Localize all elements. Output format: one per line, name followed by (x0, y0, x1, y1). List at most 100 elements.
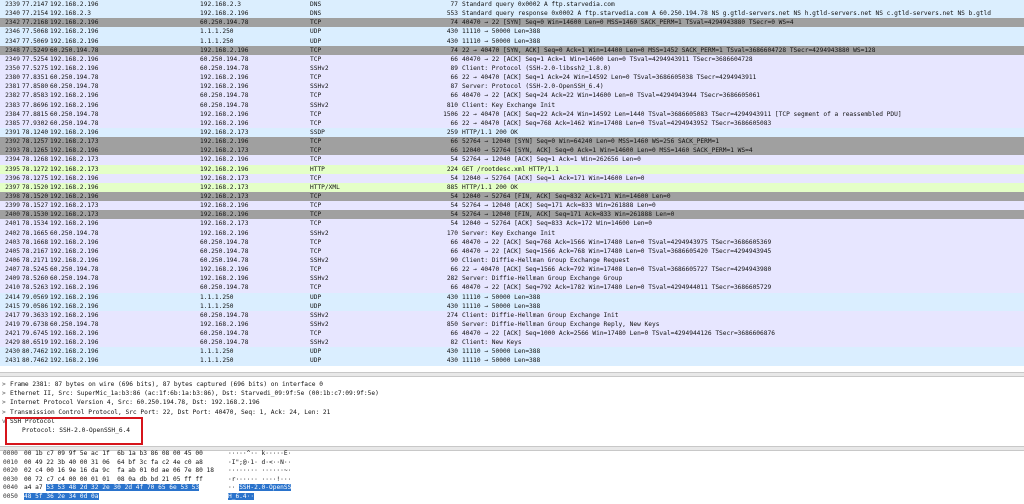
packet-row[interactable]: 235077.527575...192.168.2.196 60.250.194.… (0, 63, 1024, 74)
detail-ssh[interactable]: v SSH Protocol (0, 417, 1024, 426)
packet-destination: 192.168.2.173 (200, 147, 249, 155)
packet-source: 60.250.194.78 (50, 275, 99, 283)
packet-row[interactable]: 240378.166848...192.168.2.196 60.250.194.… (0, 237, 1024, 247)
packet-row[interactable]: 242980.651925...192.168.2.196 60.250.194.… (0, 338, 1024, 348)
packet-row[interactable]: 241779.363302...192.168.2.196 60.250.194.… (0, 310, 1024, 320)
bytes-hex: 00 72 c7 c4 00 00 01 01 08 0a db bd 21 0… (24, 476, 203, 485)
packet-row[interactable]: 241579.058625...192.168.2.196 1.1.1.250 UD… (0, 301, 1024, 311)
packet-row[interactable]: 238177.858032...60.250.194.78 192.168.2.1… (0, 82, 1024, 92)
packet-row[interactable]: 241979.673853...60.250.194.78 192.168.2.1… (0, 319, 1024, 330)
packet-row[interactable]: 242179.674517...192.168.2.196 60.250.194.… (0, 329, 1024, 339)
packet-time: 78.526355... (22, 284, 48, 292)
packet-length: 66 (450, 92, 458, 100)
packet-info: 22 → 40470 [ACK] Seq=1 Ack=24 Win=14592 … (462, 74, 757, 82)
packet-length: 553 (446, 10, 458, 18)
bytes-row[interactable]: 0030 00 72 c7 c4 00 00 01 01 08 0a db bd … (0, 476, 1024, 485)
packet-destination: 1.1.1.250 (200, 348, 234, 356)
packet-length: 74 (450, 46, 458, 54)
packet-info: 22 → 40470 [ACK] Seq=22 Ack=24 Win=14592… (462, 110, 902, 118)
packet-row[interactable]: 243180.746249...192.168.2.196 1.1.1.250 UD… (0, 356, 1024, 366)
bytes-ascii-plain: ·r······ ····!··· (228, 475, 292, 483)
packet-info: 11110 → 50000 Len=388 (462, 357, 541, 365)
packet-row[interactable]: 239978.152753...192.168.2.173 192.168.2.1… (0, 201, 1024, 211)
bytes-row[interactable]: 0010 00 49 22 3b 40 00 31 06 64 bf 3c fa … (0, 459, 1024, 468)
packet-source: 192.168.2.173 (50, 202, 99, 210)
packet-row[interactable]: 239678.127597...192.168.2.196 192.168.2.1… (0, 173, 1024, 183)
packet-protocol: SSHv2 (310, 311, 329, 319)
packet-row[interactable]: 238477.881548...60.250.194.78 192.168.2.1… (0, 109, 1024, 119)
packet-source: 192.168.2.196 (50, 311, 99, 319)
expand-arrow-icon[interactable]: > (2, 380, 10, 389)
packet-number: 2409 (5, 275, 20, 283)
packet-row[interactable]: 240978.526089...60.250.194.78 192.168.2.1… (0, 274, 1024, 284)
detail-ethernet[interactable]: > Ethernet II, Src: SuperMic_1a:b3:86 (ac… (0, 389, 1024, 398)
packet-row[interactable]: 234077.215441...192.168.2.3 192.168.2.196… (0, 9, 1024, 19)
bytes-hex-highlight: 48 5f 36 2e 34 0d 0a (24, 492, 99, 500)
packet-destination: 192.168.2.196 (200, 275, 249, 283)
packet-info: Server: Diffie-Hellman Group Exchange Gr… (462, 275, 623, 283)
packet-destination: 192.168.2.196 (200, 138, 249, 146)
expand-arrow-icon[interactable]: > (2, 398, 10, 407)
packet-source: 192.168.2.196 (50, 19, 99, 27)
expand-arrow-icon[interactable]: > (2, 389, 10, 398)
packet-row[interactable]: 234677.506878...192.168.2.196 1.1.1.250 UD… (0, 27, 1024, 37)
packet-row[interactable]: 240778.524508...60.250.194.78 192.168.2.1… (0, 265, 1024, 275)
bytes-row[interactable]: 0000 00 1b c7 09 9f 5e ac 1f 6b 1a b3 86 … (0, 450, 1024, 459)
packet-destination: 60.250.194.78 (200, 238, 249, 246)
detail-tcp[interactable]: > Transmission Control Protocol, Src Port… (0, 408, 1024, 417)
bytes-ascii: ·r······ ····!··· (228, 476, 291, 485)
packet-row[interactable]: 239878.152030...192.168.2.196 192.168.2.1… (0, 191, 1024, 202)
packet-row[interactable]: 241479.056950...192.168.2.196 1.1.1.250 UD… (0, 292, 1024, 302)
bytes-row[interactable]: 0040 a4 a7 53 53 48 2d 32 2e 30 2d 4f 70 … (0, 484, 1024, 493)
packet-number: 2417 (5, 311, 20, 319)
packet-row[interactable]: 240578.216746...192.168.2.196 60.250.194.… (0, 246, 1024, 256)
packet-row[interactable]: 241078.526355...192.168.2.196 60.250.194.… (0, 283, 1024, 293)
detail-ssh-protocol[interactable]: Protocol: SSH-2.0-OpenSSH_6.4 (0, 426, 1024, 435)
packet-row[interactable]: 240078.153045...192.168.2.173 192.168.2.1… (0, 210, 1024, 220)
packet-row[interactable]: 243080.746217...192.168.2.196 1.1.1.250 UD… (0, 347, 1024, 357)
packet-row[interactable]: 238077.835199...60.250.194.78 192.168.2.1… (0, 73, 1024, 83)
packet-destination: 1.1.1.250 (200, 302, 234, 310)
pane-splitter-top[interactable] (0, 372, 1024, 377)
packet-time: 78.125766... (22, 138, 48, 146)
packet-length: 66 (450, 330, 458, 338)
packet-length: 430 (446, 293, 458, 301)
bytes-hex: 48 5f 36 2e 34 0d 0a (24, 492, 99, 502)
packet-row[interactable]: 234877.524944...60.250.194.78 192.168.2.1… (0, 45, 1024, 55)
packet-protocol: HTTP/XML (310, 183, 340, 191)
packet-row[interactable]: 239478.126864...192.168.2.173 192.168.2.1… (0, 155, 1024, 165)
packet-row[interactable]: 240178.153418...192.168.2.196 192.168.2.1… (0, 219, 1024, 229)
packet-row[interactable]: 239378.126504...192.168.2.196 192.168.2.1… (0, 146, 1024, 156)
packet-time: 78.217111... (22, 256, 48, 264)
packet-row[interactable]: 238277.858364...192.168.2.196 60.250.194.… (0, 91, 1024, 101)
packet-row[interactable]: 239178.124025...192.168.2.196 192.168.2.1… (0, 127, 1024, 138)
packet-row[interactable]: 239578.127238...192.168.2.173 192.168.2.1… (0, 164, 1024, 174)
packet-row[interactable]: 234777.506902...192.168.2.196 1.1.1.250 UD… (0, 36, 1024, 46)
packet-source: 192.168.2.173 (50, 138, 99, 146)
packet-row[interactable]: 234977.525473...192.168.2.196 60.250.194.… (0, 54, 1024, 64)
packet-row[interactable]: 234277.216835...192.168.2.196 60.250.194.… (0, 18, 1024, 28)
bytes-hex-highlight: 53 53 48 2d 32 2e 30 2d 4f 70 65 6e 53 5… (46, 484, 200, 492)
detail-frame[interactable]: > Frame 2381: 87 bytes on wire (696 bits)… (0, 380, 1024, 389)
packet-bytes-pane[interactable]: 0000 00 1b c7 09 9f 5e ac 1f 6b 1a b3 86 … (0, 450, 1024, 504)
packet-row[interactable]: 238377.869627...192.168.2.196 60.250.194.… (0, 100, 1024, 110)
packet-row[interactable]: 239778.152006...192.168.2.196 192.168.2.1… (0, 182, 1024, 192)
packet-row[interactable]: 240678.217111...192.168.2.196 60.250.194.… (0, 255, 1024, 266)
packet-details-pane[interactable]: > Frame 2381: 87 bytes on wire (696 bits)… (0, 380, 1024, 446)
packet-number: 2382 (5, 92, 20, 100)
packet-info: HTTP/1.1 200 OK (462, 128, 518, 136)
packet-row[interactable]: 238577.930235...60.250.194.78 192.168.2.1… (0, 118, 1024, 128)
packet-row[interactable]: 239278.125766...192.168.2.173 192.168.2.1… (0, 137, 1024, 147)
expand-arrow-icon[interactable]: > (2, 408, 10, 417)
bytes-row[interactable]: 0020 02 c4 00 16 9e 16 da 9c fa ab 01 0d … (0, 467, 1024, 476)
packet-row[interactable]: 233977.214750...192.168.2.196 192.168.2.3… (0, 0, 1024, 10)
packet-protocol: SSHv2 (310, 101, 329, 109)
packet-destination: 60.250.194.78 (200, 311, 249, 319)
packet-row[interactable]: 240278.166508...60.250.194.78 192.168.2.1… (0, 228, 1024, 238)
packet-length: 54 (450, 211, 458, 219)
packet-length: 1506 (443, 110, 458, 118)
detail-ip[interactable]: > Internet Protocol Version 4, Src: 60.25… (0, 398, 1024, 407)
packet-time: 77.930235... (22, 119, 48, 127)
packet-list[interactable]: 233977.214750... 192.168.2.196 192.168.2.3… (0, 0, 1024, 371)
bytes-row[interactable]: 0050 48 5f 36 2e 34 0d 0a H_6.4·· (0, 492, 1024, 502)
